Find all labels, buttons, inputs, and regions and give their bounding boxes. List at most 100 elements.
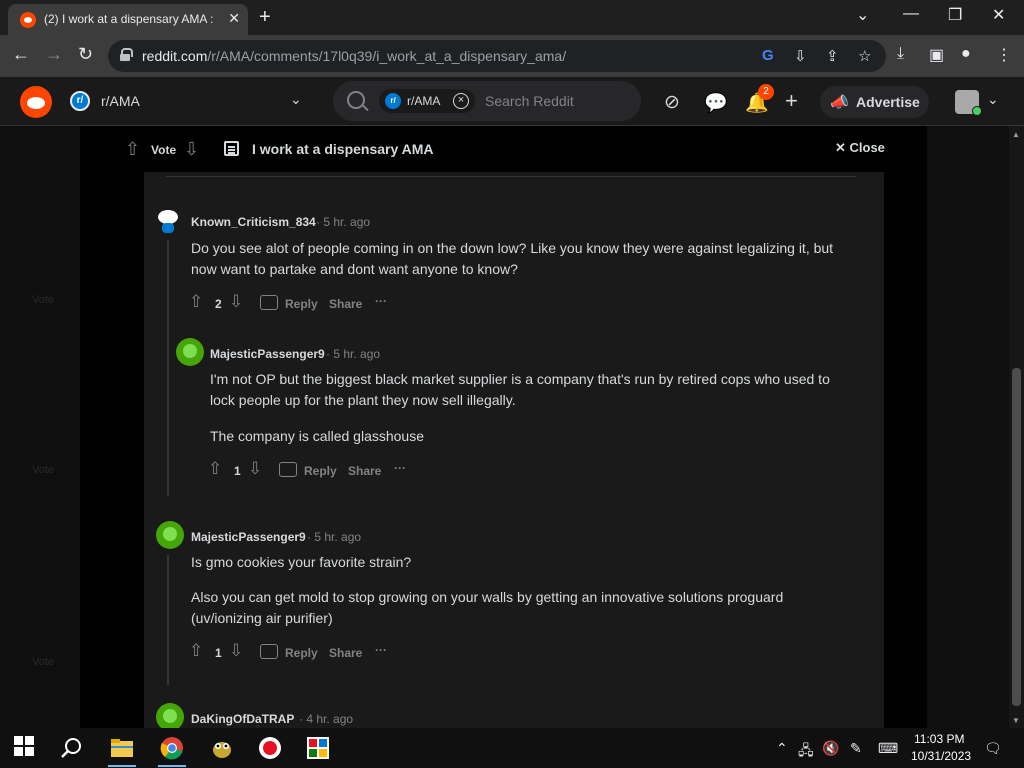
- background-vote-label: Vote: [32, 656, 55, 668]
- reply-button[interactable]: Reply: [304, 464, 337, 478]
- scroll-up-icon[interactable]: ▲: [1012, 130, 1020, 139]
- comment-body: Do you see alot of people coming in on t…: [191, 240, 834, 277]
- avatar[interactable]: [156, 521, 184, 549]
- active-app-indicator: [158, 765, 186, 767]
- divider: [166, 176, 856, 177]
- post-title: I work at a dispensary AMA: [252, 141, 434, 157]
- comments-panel: Known_Criticism_834 · 5 hr. ago Do you s…: [144, 172, 884, 728]
- bookmark-star-icon[interactable]: ☆: [858, 47, 871, 65]
- url-text[interactable]: reddit.com/r/AMA/comments/17l0q39/i_work…: [142, 48, 566, 64]
- downvote-arrow-icon[interactable]: ⇩: [229, 641, 243, 661]
- reload-icon[interactable]: ↻: [78, 44, 93, 65]
- notification-center-icon[interactable]: 🗨: [984, 740, 1002, 757]
- scroll-down-icon[interactable]: ▼: [1012, 716, 1020, 725]
- create-post-icon[interactable]: +: [785, 88, 798, 114]
- chat-icon[interactable]: 💬: [704, 91, 728, 115]
- share-icon[interactable]: ⇪: [826, 47, 839, 65]
- reply-bubble-icon[interactable]: [260, 644, 278, 659]
- downloads-icon[interactable]: ⤓: [897, 45, 904, 63]
- share-button[interactable]: Share: [348, 464, 381, 478]
- upvote-arrow-icon[interactable]: ⇧: [208, 459, 222, 479]
- search-scope-chip[interactable]: r/ r/AMA ×: [379, 89, 475, 113]
- tab-search-chevron-icon[interactable]: ⌄: [856, 5, 869, 25]
- google-lens-icon[interactable]: G: [762, 47, 774, 64]
- avatar[interactable]: [156, 703, 184, 728]
- community-dropdown-chevron-icon[interactable]: ⌄: [290, 91, 302, 108]
- share-button[interactable]: Share: [329, 297, 362, 311]
- popular-icon[interactable]: ⊘: [664, 91, 680, 114]
- keyboard-icon[interactable]: ⌨: [878, 740, 898, 757]
- clock-date[interactable]: 10/31/2023: [911, 749, 971, 763]
- browser-tab[interactable]: (2) I work at a dispensary AMA : r/AMA ✕: [8, 4, 248, 35]
- subreddit-name[interactable]: r/AMA: [101, 93, 140, 109]
- comment-body: Also you can get mold to stop growing on…: [191, 589, 784, 626]
- volume-muted-icon[interactable]: 🔇: [822, 740, 839, 757]
- subreddit-chip-icon: r/: [385, 93, 401, 109]
- chrome-icon[interactable]: [160, 736, 184, 760]
- avatar[interactable]: [176, 338, 204, 366]
- comment-body: Is gmo cookies your favorite strain?: [191, 554, 412, 570]
- comment-score: 2: [215, 297, 222, 311]
- tray-overflow-chevron-icon[interactable]: ⌃: [776, 740, 788, 757]
- windows-start-icon[interactable]: [14, 736, 38, 760]
- avatar[interactable]: [154, 206, 182, 234]
- search-bar[interactable]: r/ r/AMA × Search Reddit: [333, 81, 641, 121]
- side-panel-icon[interactable]: ▣: [929, 45, 944, 65]
- tab-close-icon[interactable]: ✕: [228, 10, 240, 27]
- reply-bubble-icon[interactable]: [279, 462, 297, 477]
- page-scrollbar[interactable]: ▲ ▼: [1009, 126, 1024, 728]
- advertise-button[interactable]: 📣 Advertise: [820, 86, 929, 118]
- comment-author[interactable]: DaKingOfDaTRAP: [191, 712, 294, 726]
- address-bar[interactable]: reddit.com/r/AMA/comments/17l0q39/i_work…: [108, 40, 886, 72]
- downvote-arrow-icon[interactable]: ⇩: [248, 459, 262, 479]
- user-menu-chevron-icon[interactable]: ⌄: [987, 91, 999, 108]
- reddit-logo-icon[interactable]: [20, 86, 52, 118]
- back-arrow-icon[interactable]: ←: [12, 44, 30, 65]
- post-top-bar: ⇧ Vote ⇩ I work at a dispensary AMA ✕ Cl…: [80, 126, 927, 172]
- more-options-icon[interactable]: ···: [375, 294, 387, 308]
- user-avatar[interactable]: [955, 90, 982, 116]
- scrollbar-thumb[interactable]: [1012, 368, 1021, 706]
- reply-button[interactable]: Reply: [285, 646, 318, 660]
- browser-tabstrip: (2) I work at a dispensary AMA : r/AMA ✕…: [0, 0, 1024, 35]
- lock-icon: [120, 48, 133, 61]
- upvote-arrow-icon[interactable]: ⇧: [189, 641, 203, 661]
- upvote-arrow-icon[interactable]: ⇧: [189, 292, 203, 312]
- reply-button[interactable]: Reply: [285, 297, 318, 311]
- search-scope-label: r/AMA: [407, 94, 441, 108]
- record-icon[interactable]: [258, 736, 282, 760]
- reply-bubble-icon[interactable]: [260, 295, 278, 310]
- notification-badge: 2: [758, 84, 774, 100]
- search-input[interactable]: Search Reddit: [485, 93, 574, 109]
- comment-author[interactable]: Known_Criticism_834: [191, 215, 316, 229]
- tab-title: (2) I work at a dispensary AMA : r/AMA: [44, 12, 216, 26]
- upvote-arrow-icon[interactable]: ⇧: [125, 139, 140, 160]
- restore-icon[interactable]: ❐: [948, 5, 962, 25]
- comment-author[interactable]: MajesticPassenger9: [210, 347, 325, 361]
- chrome-menu-icon[interactable]: ⋮: [996, 45, 1012, 65]
- window-close-icon[interactable]: ✕: [992, 5, 1005, 25]
- forward-arrow-icon[interactable]: →: [45, 44, 63, 65]
- search-icon[interactable]: [60, 736, 84, 760]
- clock-time[interactable]: 11:03 PM: [914, 732, 964, 746]
- pen-icon[interactable]: ✎: [850, 740, 862, 757]
- thread-line[interactable]: [167, 240, 169, 496]
- minimize-icon[interactable]: —: [903, 5, 919, 23]
- app-grid-icon[interactable]: [306, 736, 330, 760]
- close-button[interactable]: ✕ Close: [835, 140, 885, 156]
- profile-icon[interactable]: ●: [961, 45, 971, 63]
- comment-time: · 5 hr. ago: [316, 215, 371, 229]
- new-tab-icon[interactable]: +: [259, 6, 271, 29]
- thread-line[interactable]: [167, 555, 169, 685]
- network-icon[interactable]: 🖧: [798, 740, 814, 764]
- downvote-arrow-icon[interactable]: ⇩: [184, 139, 199, 160]
- install-app-icon[interactable]: ⇩: [794, 47, 807, 65]
- more-options-icon[interactable]: ···: [375, 643, 387, 657]
- comment-author[interactable]: MajesticPassenger9: [191, 530, 306, 544]
- file-explorer-icon[interactable]: [110, 736, 134, 760]
- app-icon[interactable]: [210, 736, 234, 760]
- share-button[interactable]: Share: [329, 646, 362, 660]
- clear-scope-icon[interactable]: ×: [453, 93, 469, 109]
- more-options-icon[interactable]: ···: [394, 461, 406, 475]
- downvote-arrow-icon[interactable]: ⇩: [229, 292, 243, 312]
